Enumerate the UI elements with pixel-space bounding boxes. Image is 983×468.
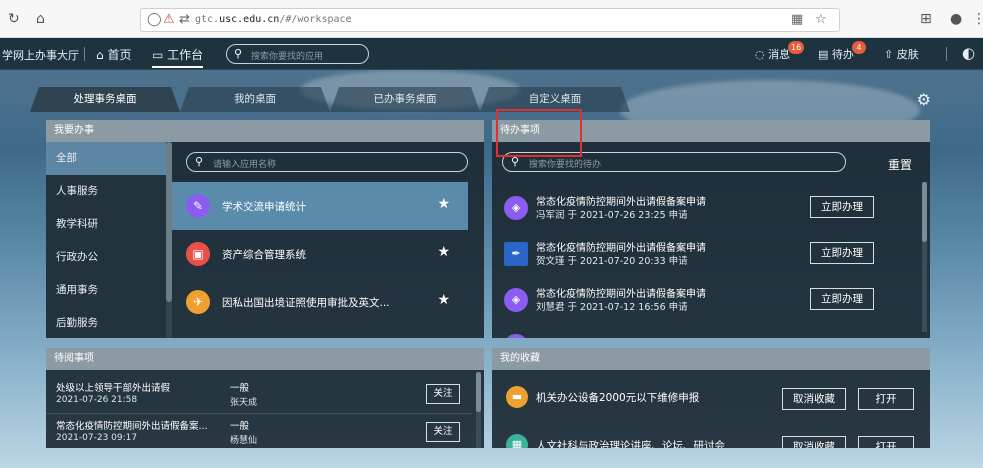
my-tasks-panel: 我要办事 全部 人事服务 教学科研 行政办公 通用事务 后勤服务 ⚲ 请输入应用… [46, 120, 484, 338]
open-button[interactable]: 打开 [858, 436, 914, 448]
shirt-icon: ⇧ [884, 48, 897, 61]
clipboard-icon: ▤ [818, 48, 832, 61]
header-divider [84, 47, 85, 61]
reset-button[interactable]: 重置 [888, 156, 912, 173]
open-button[interactable]: 打开 [858, 388, 914, 410]
cancel-favorite-button[interactable]: 取消收藏 [782, 436, 846, 448]
highlight-annotation-box [496, 109, 582, 157]
app-header: 学网上办事大厅 ⌂ 首页 ▭ 工作台 ⚲ 搜索你要找的应用 ◌ 消息 16 ▤ … [0, 38, 983, 70]
avatar[interactable]: ◐ [962, 44, 975, 62]
favorite-star-icon[interactable]: ★ [437, 196, 450, 212]
search-icon: ⚲ [195, 155, 204, 168]
panel-title: 待阅事项 [46, 348, 484, 370]
pending-scrollbar[interactable] [476, 372, 481, 448]
panel-title: 我要办事 [46, 120, 484, 142]
category-item[interactable]: 人事服务 [46, 175, 166, 208]
tab-processing-desktop[interactable]: 处理事务桌面 [30, 87, 180, 112]
category-item[interactable]: 通用事务 [46, 274, 166, 307]
messages-button[interactable]: ◌ 消息 [755, 46, 790, 62]
app-row[interactable]: ✎ 学术交流申请统计 ★ [172, 182, 468, 230]
search-icon: ⚲ [234, 47, 243, 60]
tab-my-desktop[interactable]: 我的桌面 [180, 87, 330, 112]
plane-icon: ✈ [186, 290, 210, 314]
pen-icon: ✒ [504, 242, 528, 266]
category-list: 全部 人事服务 教学科研 行政办公 通用事务 后勤服务 [46, 142, 166, 338]
todo-item-partial: ◈ [498, 324, 918, 338]
grid-icon: ▦ [506, 434, 528, 448]
home-icon[interactable]: ⌂ [36, 11, 45, 27]
nav-workbench[interactable]: ▭ 工作台 [152, 46, 204, 68]
scrollbar-thumb[interactable] [922, 182, 927, 242]
monitor-icon: ▭ [152, 48, 168, 62]
nav-home[interactable]: ⌂ 首页 [96, 46, 131, 63]
cube-icon: ◈ [504, 288, 528, 312]
chat-bubble-icon: ◌ [755, 48, 769, 61]
menu-icon[interactable]: ⋮ [972, 11, 983, 27]
panel-title: 我的收藏 [492, 348, 930, 370]
feather-icon: ✎ [186, 194, 210, 218]
category-item[interactable]: 后勤服务 [46, 307, 166, 340]
todo-item: ◈ 常态化疫情防控期间外出请假备案申请 刘慧君 于 2021-07-12 16:… [498, 278, 918, 324]
messages-count-badge: 16 [788, 41, 805, 54]
app-title: 学网上办事大厅 [2, 49, 79, 62]
shield-icon[interactable]: ◯ [147, 12, 162, 27]
process-now-button[interactable]: 立即办理 [810, 288, 874, 310]
reload-icon[interactable]: ↻ [8, 11, 20, 27]
cancel-favorite-button[interactable]: 取消收藏 [782, 388, 846, 410]
pending-read-panel: 待阅事项 处级以上领导干部外出请假 2021-07-26 21:58 一般 张天… [46, 348, 484, 448]
cube-icon: ◈ [504, 334, 528, 338]
scrollbar-thumb[interactable] [476, 372, 481, 412]
app-search-input[interactable]: ⚲ 请输入应用名称 [186, 152, 468, 172]
home-icon: ⌂ [96, 48, 108, 62]
process-now-button[interactable]: 立即办理 [810, 242, 874, 264]
header-divider [946, 47, 947, 61]
app-row[interactable]: ✈ 因私出国出境证照使用审批及英文... ★ [172, 278, 468, 326]
process-now-button[interactable]: 立即办理 [810, 196, 874, 218]
browser-toolbar: ↻ ⌂ ◯ ⚠ ⇄ gtc.usc.edu.cn/#/workspace ▦ ☆… [0, 0, 983, 38]
lock-warning-icon[interactable]: ⚠ [163, 12, 175, 27]
category-item[interactable]: 教学科研 [46, 208, 166, 241]
list-item: 处级以上领导干部外出请假 2021-07-26 21:58 一般 张天成 关注 [46, 376, 472, 414]
bookmark-star-icon[interactable]: ☆ [815, 12, 827, 27]
follow-button[interactable]: 关注 [426, 422, 460, 442]
todo-button[interactable]: ▤ 待办 [818, 46, 854, 62]
todo-scrollbar[interactable] [922, 182, 927, 332]
extensions-icon[interactable]: ⊞ [920, 11, 932, 27]
chat-icon[interactable]: ● [950, 11, 962, 27]
address-bar[interactable]: ◯ ⚠ ⇄ gtc.usc.edu.cn/#/workspace ▦ ☆ [140, 8, 840, 32]
qr-code-icon[interactable]: ▦ [791, 12, 803, 27]
category-item[interactable]: 全部 [46, 142, 166, 175]
favorite-star-icon[interactable]: ★ [437, 292, 450, 308]
favorite-star-icon[interactable]: ★ [437, 244, 450, 260]
tab-done-desktop[interactable]: 已办事务桌面 [330, 87, 480, 112]
url-text[interactable]: gtc.usc.edu.cn/#/workspace [195, 14, 352, 25]
follow-button[interactable]: 关注 [426, 384, 460, 404]
doc-icon: ▬ [506, 386, 528, 408]
settings-gear-icon[interactable]: ⚙ [917, 90, 931, 109]
cube-icon: ◈ [504, 196, 528, 220]
skin-button[interactable]: ⇧ 皮肤 [884, 46, 919, 62]
todo-item: ✒ 常态化疫情防控期间外出请假备案申请 贺文瑾 于 2021-07-20 20:… [498, 232, 918, 278]
favorite-item: ▦ 人文社科与政治理论讲座、论坛、研讨会 取消收藏 打开 [492, 422, 930, 448]
box-icon: ▣ [186, 242, 210, 266]
list-item: 常态化疫情防控期间外出请假备案... 2021-07-23 09:17 一般 杨… [46, 414, 472, 448]
todo-count-badge: 4 [852, 41, 866, 54]
favorite-item: ▬ 机关办公设备2000元以下维修申报 取消收藏 打开 [492, 374, 930, 422]
todo-item: ◈ 常态化疫情防控期间外出请假备案申请 冯军润 于 2021-07-26 23:… [498, 186, 918, 232]
header-search-input[interactable]: ⚲ 搜索你要找的应用 [226, 44, 369, 64]
app-row[interactable]: ▣ 资产综合管理系统 ★ [172, 230, 468, 278]
permissions-icon[interactable]: ⇄ [179, 12, 190, 27]
category-item[interactable]: 行政办公 [46, 241, 166, 274]
favorites-panel: 我的收藏 ▬ 机关办公设备2000元以下维修申报 取消收藏 打开 ▦ 人文社科与… [492, 348, 930, 448]
